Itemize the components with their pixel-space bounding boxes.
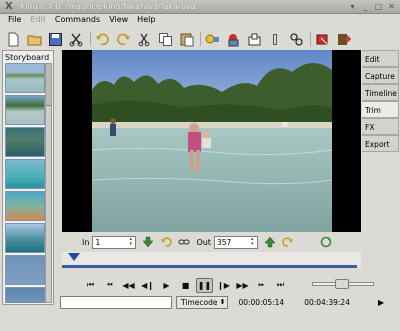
save-icon[interactable] (48, 32, 63, 47)
scrollbar-thumb[interactable] (46, 64, 51, 106)
tab-edit[interactable]: Edit (362, 50, 399, 67)
cut-icon[interactable] (137, 32, 152, 47)
menu-view[interactable]: View (105, 14, 132, 27)
copy-icon[interactable] (158, 32, 173, 47)
transport-controls: ⏮ ⏪︎ ◀◀ ◀❙ ▶ ■ ❚❚ ❙▶ ▶▶ ⏩︎ ⏭ (62, 276, 395, 294)
link-chain-icon[interactable] (178, 236, 190, 248)
app-icon: X (5, 1, 13, 12)
toolbar-separator (200, 32, 201, 46)
redo-trim-icon[interactable] (282, 236, 294, 248)
next-scene-icon[interactable]: ⏩︎ (253, 278, 270, 293)
undo-icon[interactable] (95, 32, 110, 47)
close-icon[interactable]: ✕ (386, 1, 397, 12)
new-file-icon[interactable] (6, 32, 21, 47)
play-arrow-icon[interactable]: ▶ (378, 298, 384, 307)
trim-timeline[interactable] (62, 252, 361, 268)
cut-scissors-icon[interactable] (69, 32, 84, 47)
fast-forward-icon[interactable]: ▶▶ (234, 278, 251, 293)
split-scene-icon[interactable] (268, 32, 283, 47)
storyboard-label: Storyboard (5, 53, 50, 62)
tab-trim[interactable]: Trim (362, 101, 399, 118)
tab-export[interactable]: Export (362, 135, 399, 152)
step-forward-icon[interactable]: ❙▶ (215, 278, 232, 293)
current-position: 00:00:05:14 (238, 297, 285, 307)
video-frame (92, 50, 332, 232)
storyboard-thumbnail[interactable] (5, 63, 45, 93)
open-folder-icon[interactable] (27, 32, 42, 47)
end-icon[interactable]: ⏭ (272, 278, 289, 293)
storyboard-thumbnail[interactable] (5, 223, 45, 253)
tab-fx[interactable]: FX (362, 118, 399, 135)
storyboard-thumbnail[interactable] (5, 159, 45, 189)
storyboard-thumbnail[interactable] (5, 127, 45, 157)
step-back-icon[interactable]: ◀❙ (139, 278, 156, 293)
redo-icon[interactable] (116, 32, 131, 47)
tab-capture[interactable]: Capture (362, 67, 399, 84)
playhead-marker[interactable] (68, 253, 80, 261)
timecode-format-select[interactable]: Timecode (176, 295, 229, 309)
undo-trim-icon[interactable] (160, 236, 173, 248)
menu-commands[interactable]: Commands (51, 14, 104, 27)
out-point-spinner[interactable]: 357 (213, 235, 258, 249)
storyboard-thumbnail[interactable] (5, 191, 45, 221)
storyboard-thumbnail[interactable] (5, 95, 45, 125)
play-icon[interactable]: ▶ (158, 278, 175, 293)
storyboard-list (5, 63, 45, 303)
stop-icon[interactable]: ■ (177, 278, 194, 293)
in-label: In (82, 237, 90, 247)
mode-tabs: Edit Capture Timeline Trim FX Export (362, 50, 399, 152)
refresh-icon[interactable] (320, 236, 332, 248)
insert-before-icon[interactable] (205, 32, 220, 47)
previous-scene-icon[interactable]: ⏪︎ (101, 278, 118, 293)
down-arrow-icon[interactable] (142, 236, 154, 248)
insert-after-icon[interactable] (226, 32, 241, 47)
storyboard-panel: Storyboard (2, 50, 54, 305)
up-arrow-icon[interactable] (264, 236, 276, 248)
menubar: File Edit Commands View Help (0, 14, 400, 27)
command-input[interactable] (60, 295, 172, 309)
storyboard-thumbnail[interactable] (5, 255, 45, 285)
window-titlebar[interactable]: X Kino 0.7.0: /maurice/kino/fakarava/fak… (0, 0, 400, 14)
append-icon[interactable] (247, 32, 262, 47)
shuttle-knob[interactable] (335, 279, 349, 289)
window-title: Kino 0.7.0: /maurice/kino/fakarava/fakar… (20, 2, 196, 11)
storyboard-thumbnail[interactable] (5, 287, 45, 303)
join-scenes-icon[interactable] (289, 32, 304, 47)
trim-controls: In 1 Out 357 (62, 234, 361, 250)
export-stills-icon[interactable] (315, 32, 330, 47)
video-preview (62, 50, 361, 232)
rewind-icon[interactable]: ◀◀ (120, 278, 137, 293)
tab-timeline[interactable]: Timeline (362, 84, 399, 101)
status-bar: Timecode 00:00:05:14 00:04:39:24 ▶ (60, 295, 400, 309)
menu-edit[interactable]: Edit (26, 14, 50, 27)
toolbar-separator (90, 32, 91, 46)
total-duration: 00:04:39:24 (304, 297, 350, 307)
in-point-spinner[interactable]: 1 (92, 235, 137, 249)
toolbar (0, 28, 400, 50)
shuttle-slider[interactable] (312, 279, 374, 289)
maximize-icon[interactable]: □ (373, 1, 384, 12)
minimize-icon[interactable]: _ (360, 1, 371, 12)
timeline-track[interactable] (62, 265, 357, 268)
pause-icon[interactable]: ❚❚ (196, 277, 213, 293)
out-label: Out (196, 237, 211, 247)
menu-file[interactable]: File (4, 14, 25, 27)
exit-icon[interactable] (336, 32, 352, 47)
paste-icon[interactable] (179, 32, 194, 47)
menu-help[interactable]: Help (133, 14, 159, 27)
start-icon[interactable]: ⏮ (82, 278, 99, 293)
toolbar-separator (310, 32, 311, 46)
storyboard-scrollbar[interactable] (45, 63, 52, 303)
menu-icon[interactable]: ▾ (347, 1, 358, 12)
